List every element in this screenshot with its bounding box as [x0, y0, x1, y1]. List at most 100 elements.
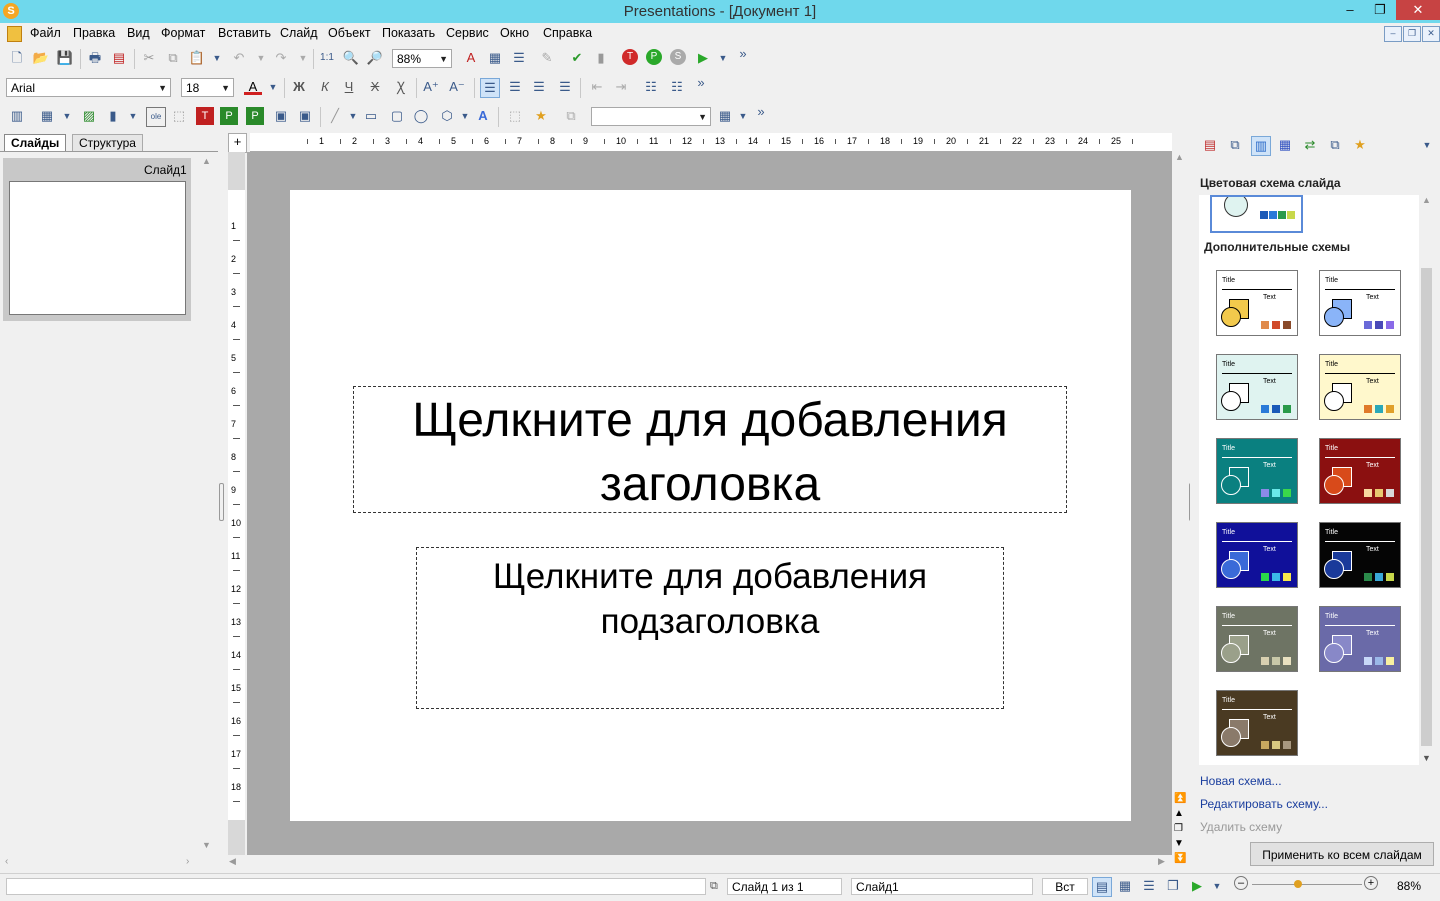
open-folder-icon[interactable]: 📂: [32, 49, 50, 67]
double-strike-icon[interactable]: Ꭓ: [392, 78, 410, 96]
workspace-hscrollbar[interactable]: ◀ ▶: [226, 855, 1172, 870]
decrease-indent-icon[interactable]: ⇤: [588, 78, 606, 96]
color-scheme-item[interactable]: Title Text: [1319, 354, 1401, 420]
layout-icon[interactable]: ▤: [1201, 136, 1219, 154]
vertical-ruler[interactable]: 1 2 3 4 5 6 7 8 9 10 11 12 13 14 15 16 17 18: [228, 190, 245, 820]
ellipse-icon[interactable]: ◯: [412, 107, 430, 125]
font-size-combo[interactable]: 18 ▼: [181, 78, 234, 97]
cut-icon[interactable]: ✂: [140, 49, 158, 67]
menu-show[interactable]: Показать: [382, 26, 435, 40]
left-pane-scrollbar[interactable]: ▲ ▼: [199, 156, 215, 853]
mdi-close-button[interactable]: ✕: [1422, 26, 1440, 42]
slide-thumbnail[interactable]: [9, 181, 186, 315]
mdi-minimize-button[interactable]: –: [1384, 26, 1402, 42]
format-painter-icon[interactable]: ✎: [538, 49, 556, 67]
menu-file[interactable]: Файл: [30, 26, 61, 40]
color-scheme-item[interactable]: Title Text: [1319, 522, 1401, 588]
restore-button[interactable]: ❐: [1365, 0, 1395, 20]
undo-dropdown-icon[interactable]: ▼: [252, 49, 270, 67]
previous-slide-icon[interactable]: ⏫: [1174, 793, 1186, 804]
normal-view-icon[interactable]: ▤: [1092, 877, 1112, 897]
picture-icon[interactable]: ▨: [80, 107, 98, 125]
copy-icon[interactable]: ⧉: [164, 49, 182, 67]
insert-list-icon[interactable]: ☰: [510, 49, 528, 67]
table-dropdown-icon[interactable]: ▼: [58, 107, 76, 125]
redo-icon[interactable]: ↷: [272, 49, 290, 67]
bullets-icon[interactable]: ☷: [642, 78, 660, 96]
actual-size-icon[interactable]: 1:1: [318, 49, 336, 67]
menu-help[interactable]: Справка: [543, 26, 592, 40]
animation-icon[interactable]: ⇄: [1301, 136, 1319, 154]
chevron-right-icon[interactable]: ▶: [1158, 856, 1165, 867]
chevron-down-icon[interactable]: ▼: [1422, 753, 1431, 763]
paste-dropdown-icon[interactable]: ▼: [208, 49, 226, 67]
new-scheme-link[interactable]: Новая схема...: [1200, 774, 1282, 788]
rectangle-icon[interactable]: ▭: [362, 107, 380, 125]
font-color-icon[interactable]: A: [244, 78, 262, 95]
font-color-dropdown-icon[interactable]: ▼: [264, 78, 282, 96]
zoom-page-icon[interactable]: 🔍: [342, 49, 360, 67]
document-icon[interactable]: [7, 26, 22, 42]
toolbar-more-icon[interactable]: »: [752, 103, 770, 121]
ole-object-icon[interactable]: ole: [146, 107, 166, 127]
zoom-slider-track[interactable]: [1252, 884, 1362, 885]
textart-icon[interactable]: A: [474, 107, 492, 125]
tab-structure[interactable]: Структура: [72, 134, 143, 152]
menu-object[interactable]: Объект: [328, 26, 371, 40]
print-icon[interactable]: 🖶: [86, 49, 104, 67]
toolbar-more-icon[interactable]: »: [692, 74, 710, 92]
planmaker-object-icon[interactable]: P: [220, 107, 238, 125]
slide-list-icon[interactable]: ❐: [1174, 823, 1183, 834]
zoom-out-icon[interactable]: –: [1234, 876, 1248, 890]
menu-window[interactable]: Окно: [500, 26, 529, 40]
underline-icon[interactable]: Ч: [340, 78, 358, 96]
slide-transition-icon[interactable]: ⧉: [1226, 136, 1244, 154]
font-name-combo[interactable]: Arial ▼: [6, 78, 171, 97]
menu-slide[interactable]: Слайд: [280, 26, 318, 40]
play-icon[interactable]: ▶: [1188, 877, 1206, 895]
grow-font-icon[interactable]: A⁺: [422, 78, 440, 96]
color-scheme-item[interactable]: Title Text: [1216, 522, 1298, 588]
color-scheme-item[interactable]: Title Text: [1216, 438, 1298, 504]
master-page-icon[interactable]: ▦: [1276, 136, 1294, 154]
grid-dropdown-icon[interactable]: ▼: [734, 107, 752, 125]
apply-to-all-slides-button[interactable]: Применить ко всем слайдам: [1250, 842, 1434, 866]
italic-icon[interactable]: К: [316, 78, 334, 96]
paste-icon[interactable]: 📋: [188, 49, 206, 67]
numbering-icon[interactable]: ☷: [668, 78, 686, 96]
left-pane-splitter[interactable]: [219, 483, 224, 521]
workspace-vscrollbar[interactable]: ▲: [1172, 152, 1188, 792]
menu-format[interactable]: Формат: [161, 26, 205, 40]
object-properties-icon[interactable]: ⧉: [562, 107, 580, 125]
color-scheme-item[interactable]: Title Text: [1216, 606, 1298, 672]
zoom-slider-thumb[interactable]: [1294, 880, 1302, 888]
zoom-icon[interactable]: 🔎: [366, 49, 384, 67]
grid-icon[interactable]: ▦: [716, 107, 734, 125]
textmaker-object-icon[interactable]: T: [196, 107, 214, 125]
color-scheme-item[interactable]: Title Text: [1216, 690, 1298, 756]
subtitle-placeholder[interactable]: Щелкните для добавления подзаголовка: [416, 547, 1004, 709]
planmaker-icon[interactable]: P: [646, 49, 662, 65]
status-zoom-value[interactable]: 88%: [1397, 879, 1421, 893]
toolbar-more-icon[interactable]: »: [734, 45, 752, 63]
undo-icon[interactable]: ↶: [230, 49, 248, 67]
color-scheme-item[interactable]: Title Text: [1319, 438, 1401, 504]
select-frame-icon[interactable]: ▥: [8, 107, 26, 125]
align-right-icon[interactable]: ☰: [530, 78, 548, 96]
redo-dropdown-icon[interactable]: ▼: [294, 49, 312, 67]
presentations-icon[interactable]: S: [670, 49, 686, 65]
current-scheme-thumbnail[interactable]: [1210, 195, 1303, 233]
object-animation-icon[interactable]: ⧉: [1326, 136, 1344, 154]
export-pdf-icon[interactable]: ▤: [110, 49, 128, 67]
bold-icon[interactable]: Ж: [290, 78, 308, 96]
save-icon[interactable]: 💾: [56, 49, 74, 67]
zoom-in-icon[interactable]: +: [1364, 876, 1378, 890]
horizontal-ruler[interactable]: 1 2 3 4 5 6 7 8 9 10 11 12 13 14 15 16 17 18 19 20 21 22 23 24 2…: [250, 133, 1172, 152]
autoshape-dropdown-icon[interactable]: ▼: [456, 107, 474, 125]
next-slide-icon[interactable]: ⏬: [1174, 853, 1186, 864]
chevron-left-icon[interactable]: ◀: [229, 856, 236, 867]
mdi-restore-button[interactable]: ❐: [1403, 26, 1421, 42]
chevron-up-icon[interactable]: ▲: [1175, 152, 1184, 162]
rounded-rectangle-icon[interactable]: ▢: [388, 107, 406, 125]
align-left-icon[interactable]: ☰: [480, 78, 500, 98]
